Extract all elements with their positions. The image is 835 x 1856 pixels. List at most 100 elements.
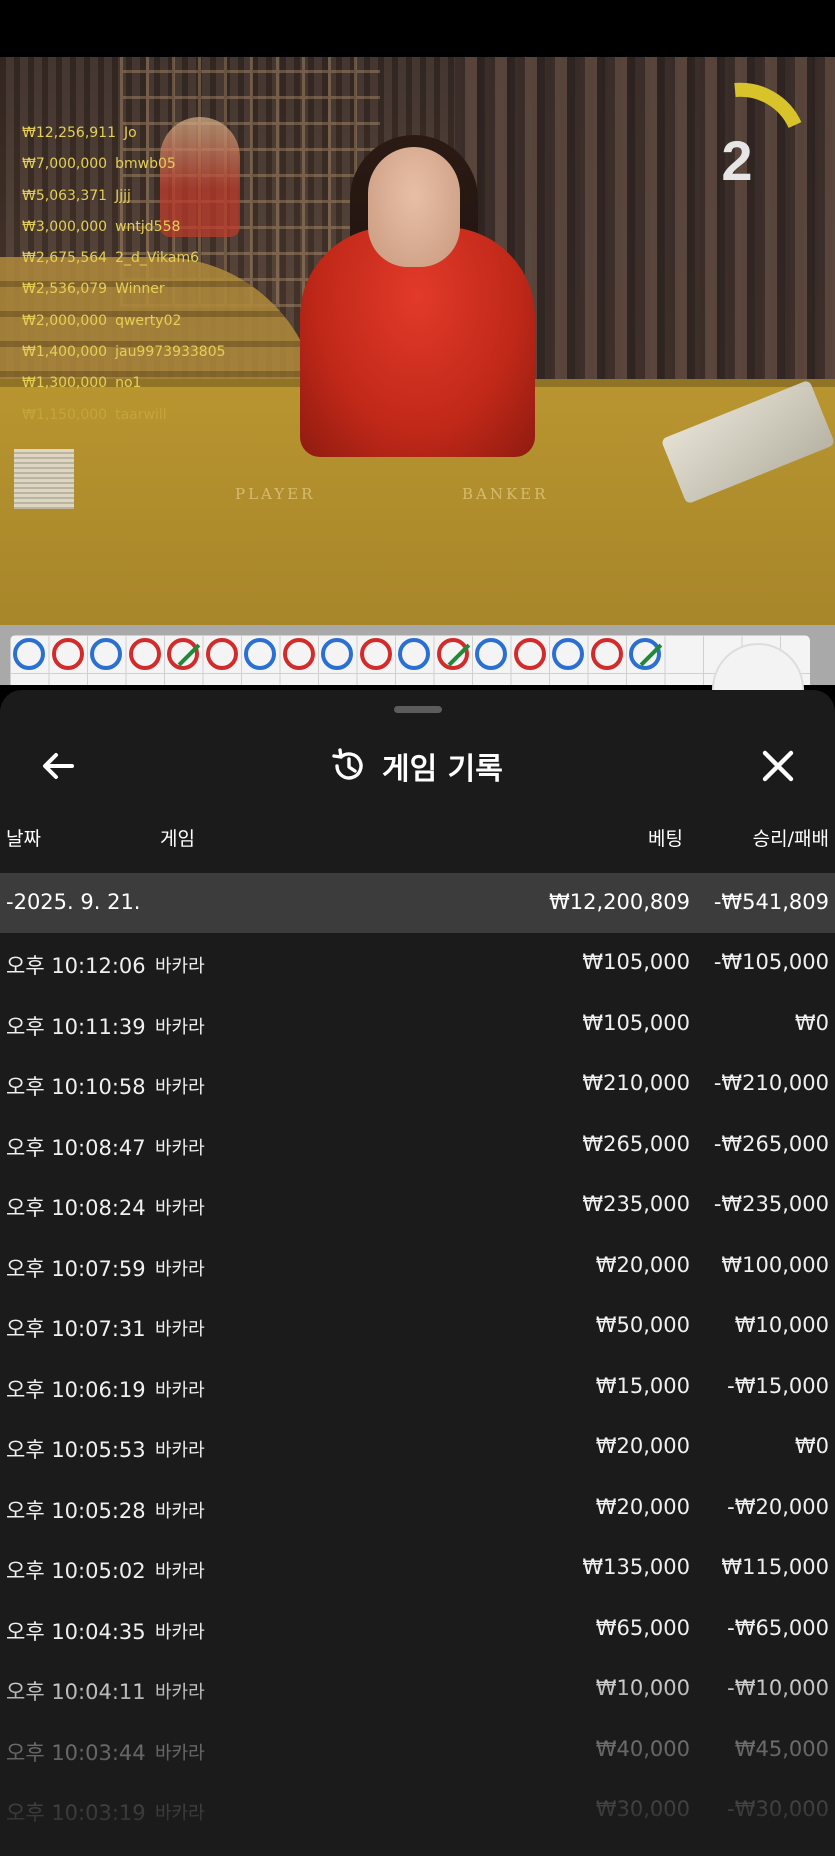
history-row[interactable]: 오후 10:06:19 바카라 ₩15,000 -₩15,000 (0, 1357, 835, 1418)
leaderboard-amount: ₩2,000,000 (22, 312, 108, 329)
row-result: -₩65,000 (727, 1615, 829, 1640)
row-time: 오후 10:12:06 (6, 954, 146, 978)
history-row[interactable]: 오후 10:08:47 바카라 ₩265,000 -₩265,000 (0, 1115, 835, 1176)
column-date: 날짜 (6, 828, 41, 850)
row-result: -₩235,000 (713, 1192, 829, 1216)
history-row[interactable]: 오후 10:05:28 바카라 ₩20,000 -₩20,000 (0, 1478, 835, 1539)
history-row[interactable]: 오후 10:11:39 바카라 ₩105,000 ₩0 (0, 994, 835, 1055)
back-button[interactable] (36, 744, 80, 788)
tie-mark (447, 643, 470, 667)
row-game: 바카라 (155, 1742, 205, 1764)
history-table-header: 날짜 게임 베팅 승리/패배 (0, 812, 835, 862)
player-felt-label: PLAYER (235, 485, 316, 503)
dealer-head (368, 147, 460, 267)
row-time: 오후 10:10:58 (6, 1075, 146, 1099)
row-result: -₩265,000 (713, 1131, 829, 1156)
roadmap-bead (51, 638, 84, 670)
row-bet: ₩105,000 (582, 950, 690, 974)
row-bet: ₩135,000 (582, 1555, 690, 1579)
banker-felt-label: BANKER (462, 485, 549, 503)
roadmap-bead (513, 638, 546, 670)
leaderboard-name: Jjjj (115, 187, 131, 204)
leaderboard-amount: ₩7,000,000 (22, 156, 108, 173)
row-bet: ₩50,000 (595, 1313, 690, 1337)
roadmap-bead (321, 638, 353, 670)
row-result: ₩10,000 (734, 1313, 829, 1337)
row-result: -₩20,000 (727, 1494, 829, 1519)
roadmap-bead (552, 638, 584, 670)
roadmap-bead (282, 638, 315, 670)
row-time: 오후 10:04:11 (6, 1680, 146, 1704)
leaderboard-entry: ₩2,675,564 2_d_Vikam6 (22, 247, 226, 278)
column-result: 승리/패배 (752, 828, 829, 850)
row-result: ₩0 (794, 1010, 829, 1035)
history-row[interactable]: 오후 10:04:35 바카라 ₩65,000 -₩65,000 (0, 1599, 835, 1660)
row-game: 바카라 (155, 1016, 205, 1038)
history-row[interactable]: 오후 10:03:19 바카라 ₩30,000 -₩30,000 (0, 1780, 835, 1841)
roadmap-bead (13, 638, 45, 670)
row-bet: ₩210,000 (582, 1071, 690, 1095)
row-game: 바카라 (155, 1440, 205, 1461)
row-game: 바카라 (155, 956, 205, 977)
row-result: -₩210,000 (713, 1071, 829, 1095)
column-bet: 베팅 (648, 828, 683, 850)
row-result: -₩30,000 (727, 1797, 829, 1821)
row-game: 바카라 (155, 1379, 205, 1401)
history-row[interactable]: 오후 10:04:11 바카라 ₩10,000 -₩10,000 (0, 1659, 835, 1720)
leaderboard-entry: ₩1,150,000 taarwill (22, 404, 226, 435)
day-total-bet: ₩12,200,809 (548, 890, 690, 914)
row-result: -₩105,000 (713, 950, 829, 974)
row-time: 오후 10:05:53 (6, 1438, 146, 1462)
day-total-result: -₩541,809 (713, 890, 829, 914)
bead-roadmap[interactable] (0, 625, 835, 685)
roadmap-bead (244, 638, 276, 670)
leaderboard-entry: ₩5,063,371 Jjjj (22, 185, 226, 216)
row-game: 바카라 (155, 1621, 205, 1643)
close-button[interactable] (756, 744, 800, 788)
row-time: 오후 10:08:24 (6, 1196, 146, 1220)
row-game: 바카라 (155, 1561, 205, 1582)
row-bet: ₩10,000 (595, 1676, 690, 1700)
status-bar (0, 0, 835, 57)
close-icon (762, 750, 794, 782)
history-row[interactable]: 오후 10:07:59 바카라 ₩20,000 ₩100,000 (0, 1236, 835, 1297)
history-row[interactable]: 오후 10:08:24 바카라 ₩235,000 -₩235,000 (0, 1175, 835, 1236)
row-time: 오후 10:06:19 (6, 1377, 146, 1402)
history-row[interactable]: 오후 10:12:06 바카라 ₩105,000 -₩105,000 (0, 933, 835, 994)
history-row[interactable]: 오후 10:10:58 바카라 ₩210,000 -₩210,000 (0, 1054, 835, 1115)
leaderboard-name: jau9973933805 (115, 344, 226, 361)
row-bet: ₩20,000 (595, 1434, 690, 1458)
row-time: 오후 10:05:02 (6, 1559, 146, 1583)
history-row[interactable]: 오후 10:07:31 바카라 ₩50,000 ₩10,000 (0, 1296, 835, 1357)
row-game: 바카라 (155, 1803, 205, 1824)
row-bet: ₩265,000 (582, 1131, 690, 1156)
history-row[interactable]: 오후 10:05:02 바카라 ₩135,000 ₩115,000 (0, 1538, 835, 1599)
roadmap-bead (590, 638, 623, 670)
row-result: -₩15,000 (727, 1373, 829, 1398)
row-time: 오후 10:05:28 (6, 1498, 146, 1523)
sheet-header: 게임 기록 (0, 730, 835, 802)
row-game: 바카라 (155, 1319, 205, 1340)
roadmap-grid (10, 635, 810, 685)
row-game: 바카라 (155, 1682, 205, 1703)
leaderboard-amount: ₩1,150,000 (22, 406, 108, 423)
row-result: -₩10,000 (727, 1676, 829, 1700)
row-bet: ₩105,000 (582, 1010, 690, 1035)
row-result: ₩45,000 (734, 1736, 829, 1761)
sheet-title-group: 게임 기록 (330, 744, 503, 788)
day-date: -2025. 9. 21. (6, 890, 141, 914)
leaderboard-entry: ₩2,000,000 qwerty02 (22, 310, 226, 341)
row-time: 오후 10:04:35 (6, 1619, 146, 1644)
day-summary-row[interactable]: -2025. 9. 21. ₩12,200,809 -₩541,809 (0, 873, 835, 933)
roadmap-bead (167, 638, 201, 670)
row-result: ₩115,000 (721, 1555, 829, 1579)
roadmap-bead (90, 638, 122, 670)
leaderboard-entry: ₩7,000,000 bmwb05 (22, 153, 226, 184)
arrow-left-icon (43, 753, 74, 779)
row-game: 바카라 (155, 1137, 205, 1159)
row-time: 오후 10:03:44 (6, 1740, 146, 1765)
history-row[interactable]: 오후 10:05:53 바카라 ₩20,000 ₩0 (0, 1417, 835, 1478)
sheet-drag-handle[interactable] (394, 706, 442, 713)
history-row[interactable]: 오후 10:03:44 바카라 ₩40,000 ₩45,000 (0, 1720, 835, 1781)
history-table-body: -2025. 9. 21. ₩12,200,809 -₩541,809 오후 1… (0, 873, 835, 1841)
